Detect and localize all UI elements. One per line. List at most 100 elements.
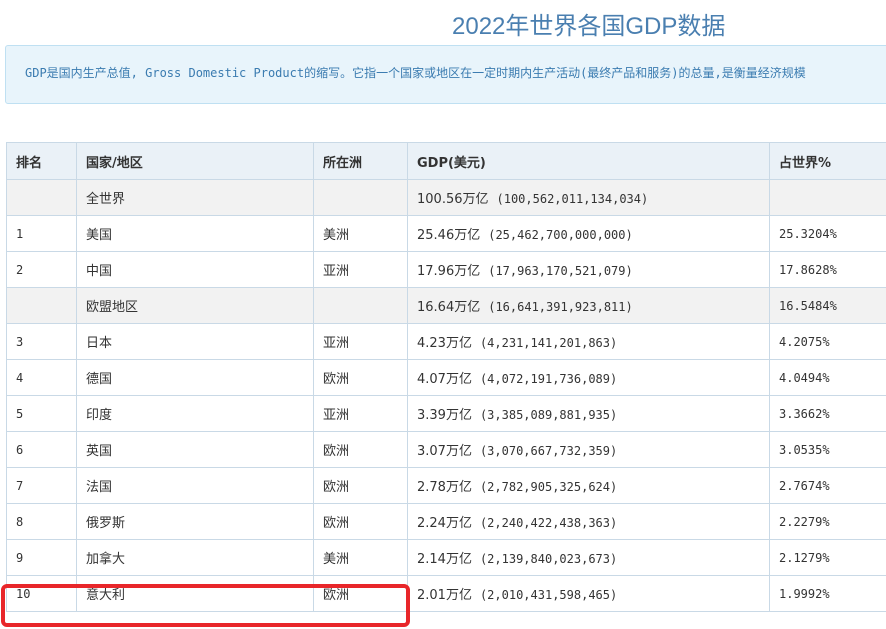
cell-country: 欧盟地区 xyxy=(76,287,314,324)
table-row: 3 日本 亚洲 4.23万亿 (4,231,141,201,863) 4.2075% xyxy=(6,323,886,360)
cell-rank: 3 xyxy=(6,323,77,360)
notice-box: GDP是国内生产总值, Gross Domestic Product的缩写。它指… xyxy=(5,45,886,104)
cell-gdp: 3.07万亿 (3,070,667,732,359) xyxy=(407,431,770,468)
cell-country: 印度 xyxy=(76,395,314,432)
gdp-full: (2,139,840,023,673) xyxy=(479,552,618,566)
cell-rank: 2 xyxy=(6,251,77,288)
cell-share: 2.2279% xyxy=(769,503,886,540)
gdp-short: 3.07万亿 xyxy=(417,444,472,459)
gdp-short: 16.64万亿 xyxy=(417,300,481,315)
gdp-full: (4,072,191,736,089) xyxy=(479,372,618,386)
table-row: 欧盟地区 16.64万亿 (16,641,391,923,811) 16.5484% xyxy=(6,287,886,324)
table-row: 1 美国 美洲 25.46万亿 (25,462,700,000,000) 25.3204% xyxy=(6,215,886,252)
gdp-full: (25,462,700,000,000) xyxy=(488,228,633,242)
table-row: 8 俄罗斯 欧洲 2.24万亿 (2,240,422,438,363) 2.2279% xyxy=(6,503,886,540)
gdp-short: 2.24万亿 xyxy=(417,516,472,531)
cell-continent: 欧洲 xyxy=(313,503,408,540)
gdp-short: 4.23万亿 xyxy=(417,336,472,351)
cell-country: 俄罗斯 xyxy=(76,503,314,540)
gdp-full: (2,010,431,598,465) xyxy=(479,588,618,602)
cell-continent: 美洲 xyxy=(313,539,408,576)
gdp-short: 2.14万亿 xyxy=(417,552,472,567)
cell-country: 德国 xyxy=(76,359,314,396)
header-country: 国家/地区 xyxy=(76,142,314,180)
page-title: 2022年世界各国GDP数据 xyxy=(452,13,726,40)
table-row: 7 法国 欧洲 2.78万亿 (2,782,905,325,624) 2.7674% xyxy=(6,467,886,504)
cell-continent: 亚洲 xyxy=(313,395,408,432)
cell-rank xyxy=(6,179,77,216)
cell-gdp: 2.14万亿 (2,139,840,023,673) xyxy=(407,539,770,576)
cell-share xyxy=(769,179,886,216)
cell-country: 法国 xyxy=(76,467,314,504)
cell-rank: 7 xyxy=(6,467,77,504)
cell-continent xyxy=(313,287,408,324)
table-row: 全世界 100.56万亿 (100,562,011,134,034) xyxy=(6,179,886,216)
cell-share: 2.7674% xyxy=(769,467,886,504)
table-header-row: 排名 国家/地区 所在洲 GDP(美元) 占世界% xyxy=(6,142,886,180)
gdp-short: 17.96万亿 xyxy=(417,264,481,279)
table-row: 4 德国 欧洲 4.07万亿 (4,072,191,736,089) 4.0494% xyxy=(6,359,886,396)
header-rank: 排名 xyxy=(6,142,77,180)
cell-share: 25.3204% xyxy=(769,215,886,252)
gdp-short: 2.78万亿 xyxy=(417,480,472,495)
cell-rank: 10 xyxy=(6,575,77,612)
cell-gdp: 4.23万亿 (4,231,141,201,863) xyxy=(407,323,770,360)
header-share: 占世界% xyxy=(769,142,886,180)
cell-rank: 6 xyxy=(6,431,77,468)
header-continent: 所在洲 xyxy=(313,142,408,180)
cell-gdp: 17.96万亿 (17,963,170,521,079) xyxy=(407,251,770,288)
cell-country: 日本 xyxy=(76,323,314,360)
cell-country: 英国 xyxy=(76,431,314,468)
cell-country: 美国 xyxy=(76,215,314,252)
cell-gdp: 25.46万亿 (25,462,700,000,000) xyxy=(407,215,770,252)
gdp-full: (3,385,089,881,935) xyxy=(479,408,618,422)
cell-country: 中国 xyxy=(76,251,314,288)
cell-country: 全世界 xyxy=(76,179,314,216)
gdp-full: (2,782,905,325,624) xyxy=(479,480,618,494)
cell-rank: 4 xyxy=(6,359,77,396)
header-gdp: GDP(美元) xyxy=(407,142,770,180)
cell-continent: 欧洲 xyxy=(313,359,408,396)
cell-share: 4.2075% xyxy=(769,323,886,360)
cell-continent: 亚洲 xyxy=(313,323,408,360)
gdp-full: (4,231,141,201,863) xyxy=(479,336,618,350)
cell-continent: 欧洲 xyxy=(313,431,408,468)
cell-continent: 美洲 xyxy=(313,215,408,252)
cell-continent: 欧洲 xyxy=(313,467,408,504)
cell-gdp: 2.78万亿 (2,782,905,325,624) xyxy=(407,467,770,504)
gdp-short: 4.07万亿 xyxy=(417,372,472,387)
table-body: 全世界 100.56万亿 (100,562,011,134,034) 1 美国 美洲 25.… xyxy=(6,179,886,612)
table-row: 5 印度 亚洲 3.39万亿 (3,385,089,881,935) 3.3662% xyxy=(6,395,886,432)
table-row: 9 加拿大 美洲 2.14万亿 (2,139,840,023,673) 2.1279% xyxy=(6,539,886,576)
cell-gdp: 16.64万亿 (16,641,391,923,811) xyxy=(407,287,770,324)
cell-rank: 1 xyxy=(6,215,77,252)
cell-share: 16.5484% xyxy=(769,287,886,324)
gdp-short: 3.39万亿 xyxy=(417,408,472,423)
cell-continent: 欧洲 xyxy=(313,575,408,612)
table-row: 2 中国 亚洲 17.96万亿 (17,963,170,521,079) 17.8628% xyxy=(6,251,886,288)
cell-country: 意大利 xyxy=(76,575,314,612)
gdp-full: (17,963,170,521,079) xyxy=(488,264,633,278)
cell-rank: 9 xyxy=(6,539,77,576)
cell-rank: 5 xyxy=(6,395,77,432)
cell-rank xyxy=(6,287,77,324)
gdp-full: (100,562,011,134,034) xyxy=(496,192,649,206)
gdp-full: (3,070,667,732,359) xyxy=(479,444,618,458)
cell-continent xyxy=(313,179,408,216)
gdp-full: (2,240,422,438,363) xyxy=(479,516,618,530)
cell-share: 4.0494% xyxy=(769,359,886,396)
cell-gdp: 2.01万亿 (2,010,431,598,465) xyxy=(407,575,770,612)
cell-country: 加拿大 xyxy=(76,539,314,576)
table-row: 6 英国 欧洲 3.07万亿 (3,070,667,732,359) 3.0535% xyxy=(6,431,886,468)
gdp-short: 2.01万亿 xyxy=(417,588,472,603)
cell-continent: 亚洲 xyxy=(313,251,408,288)
cell-gdp: 2.24万亿 (2,240,422,438,363) xyxy=(407,503,770,540)
cell-rank: 8 xyxy=(6,503,77,540)
cell-share: 2.1279% xyxy=(769,539,886,576)
gdp-full: (16,641,391,923,811) xyxy=(488,300,633,314)
cell-gdp: 4.07万亿 (4,072,191,736,089) xyxy=(407,359,770,396)
cell-gdp: 100.56万亿 (100,562,011,134,034) xyxy=(407,179,770,216)
cell-share: 3.3662% xyxy=(769,395,886,432)
gdp-short: 100.56万亿 xyxy=(417,192,489,207)
table-row: 10 意大利 欧洲 2.01万亿 (2,010,431,598,465) 1.9992% xyxy=(6,575,886,612)
